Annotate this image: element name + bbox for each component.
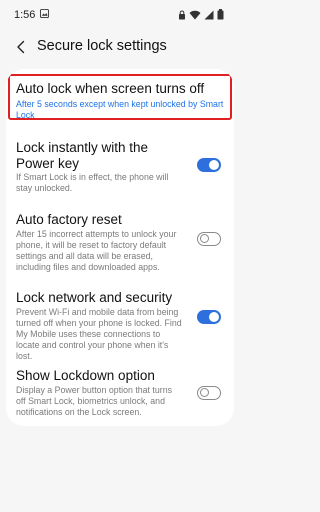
page-title: Secure lock settings bbox=[37, 38, 167, 54]
setting-description: Display a Power button option that turns… bbox=[16, 385, 172, 417]
back-button[interactable] bbox=[10, 36, 32, 58]
lock-instantly-toggle[interactable] bbox=[197, 158, 221, 172]
setting-title: Auto factory reset bbox=[16, 212, 122, 227]
setting-description: After 15 incorrect attempts to unlock yo… bbox=[16, 229, 177, 272]
lock-network-toggle[interactable] bbox=[197, 310, 221, 324]
setting-title: Auto lock when screen turns off bbox=[16, 81, 205, 96]
signal-icon bbox=[204, 10, 214, 19]
status-icons bbox=[178, 9, 224, 20]
setting-lock-network[interactable]: Lock network and security Prevent Wi-Fi … bbox=[6, 285, 234, 361]
setting-description: After 5 seconds except when kept unlocke… bbox=[16, 99, 224, 120]
setting-title: Lock network and security bbox=[16, 290, 173, 305]
setting-lock-instantly[interactable]: Lock instantly with the Power key If Sma… bbox=[6, 135, 234, 199]
lock-icon bbox=[179, 10, 185, 19]
gallery-notification-icon bbox=[40, 9, 49, 18]
setting-auto-lock[interactable]: Auto lock when screen turns off After 5 … bbox=[6, 69, 234, 125]
status-bar: 1:56 bbox=[0, 0, 240, 30]
show-lockdown-toggle[interactable] bbox=[197, 386, 221, 400]
header: Secure lock settings bbox=[0, 30, 240, 64]
setting-description: If Smart Lock is in effect, the phone wi… bbox=[16, 172, 169, 193]
setting-description: Prevent Wi-Fi and mobile data from being… bbox=[16, 307, 182, 361]
setting-show-lockdown[interactable]: Show Lockdown option Display a Power but… bbox=[6, 363, 234, 423]
setting-title: Show Lockdown option bbox=[16, 368, 155, 383]
auto-factory-reset-toggle[interactable] bbox=[197, 232, 221, 246]
setting-title: Lock instantly with the Power key bbox=[16, 140, 149, 171]
setting-auto-factory-reset[interactable]: Auto factory reset After 15 incorrect at… bbox=[6, 207, 234, 277]
back-arrow-icon bbox=[17, 40, 25, 54]
settings-card: Auto lock when screen turns off After 5 … bbox=[6, 69, 234, 426]
battery-icon bbox=[217, 9, 224, 20]
status-time: 1:56 bbox=[14, 9, 36, 21]
wifi-icon bbox=[189, 10, 201, 19]
